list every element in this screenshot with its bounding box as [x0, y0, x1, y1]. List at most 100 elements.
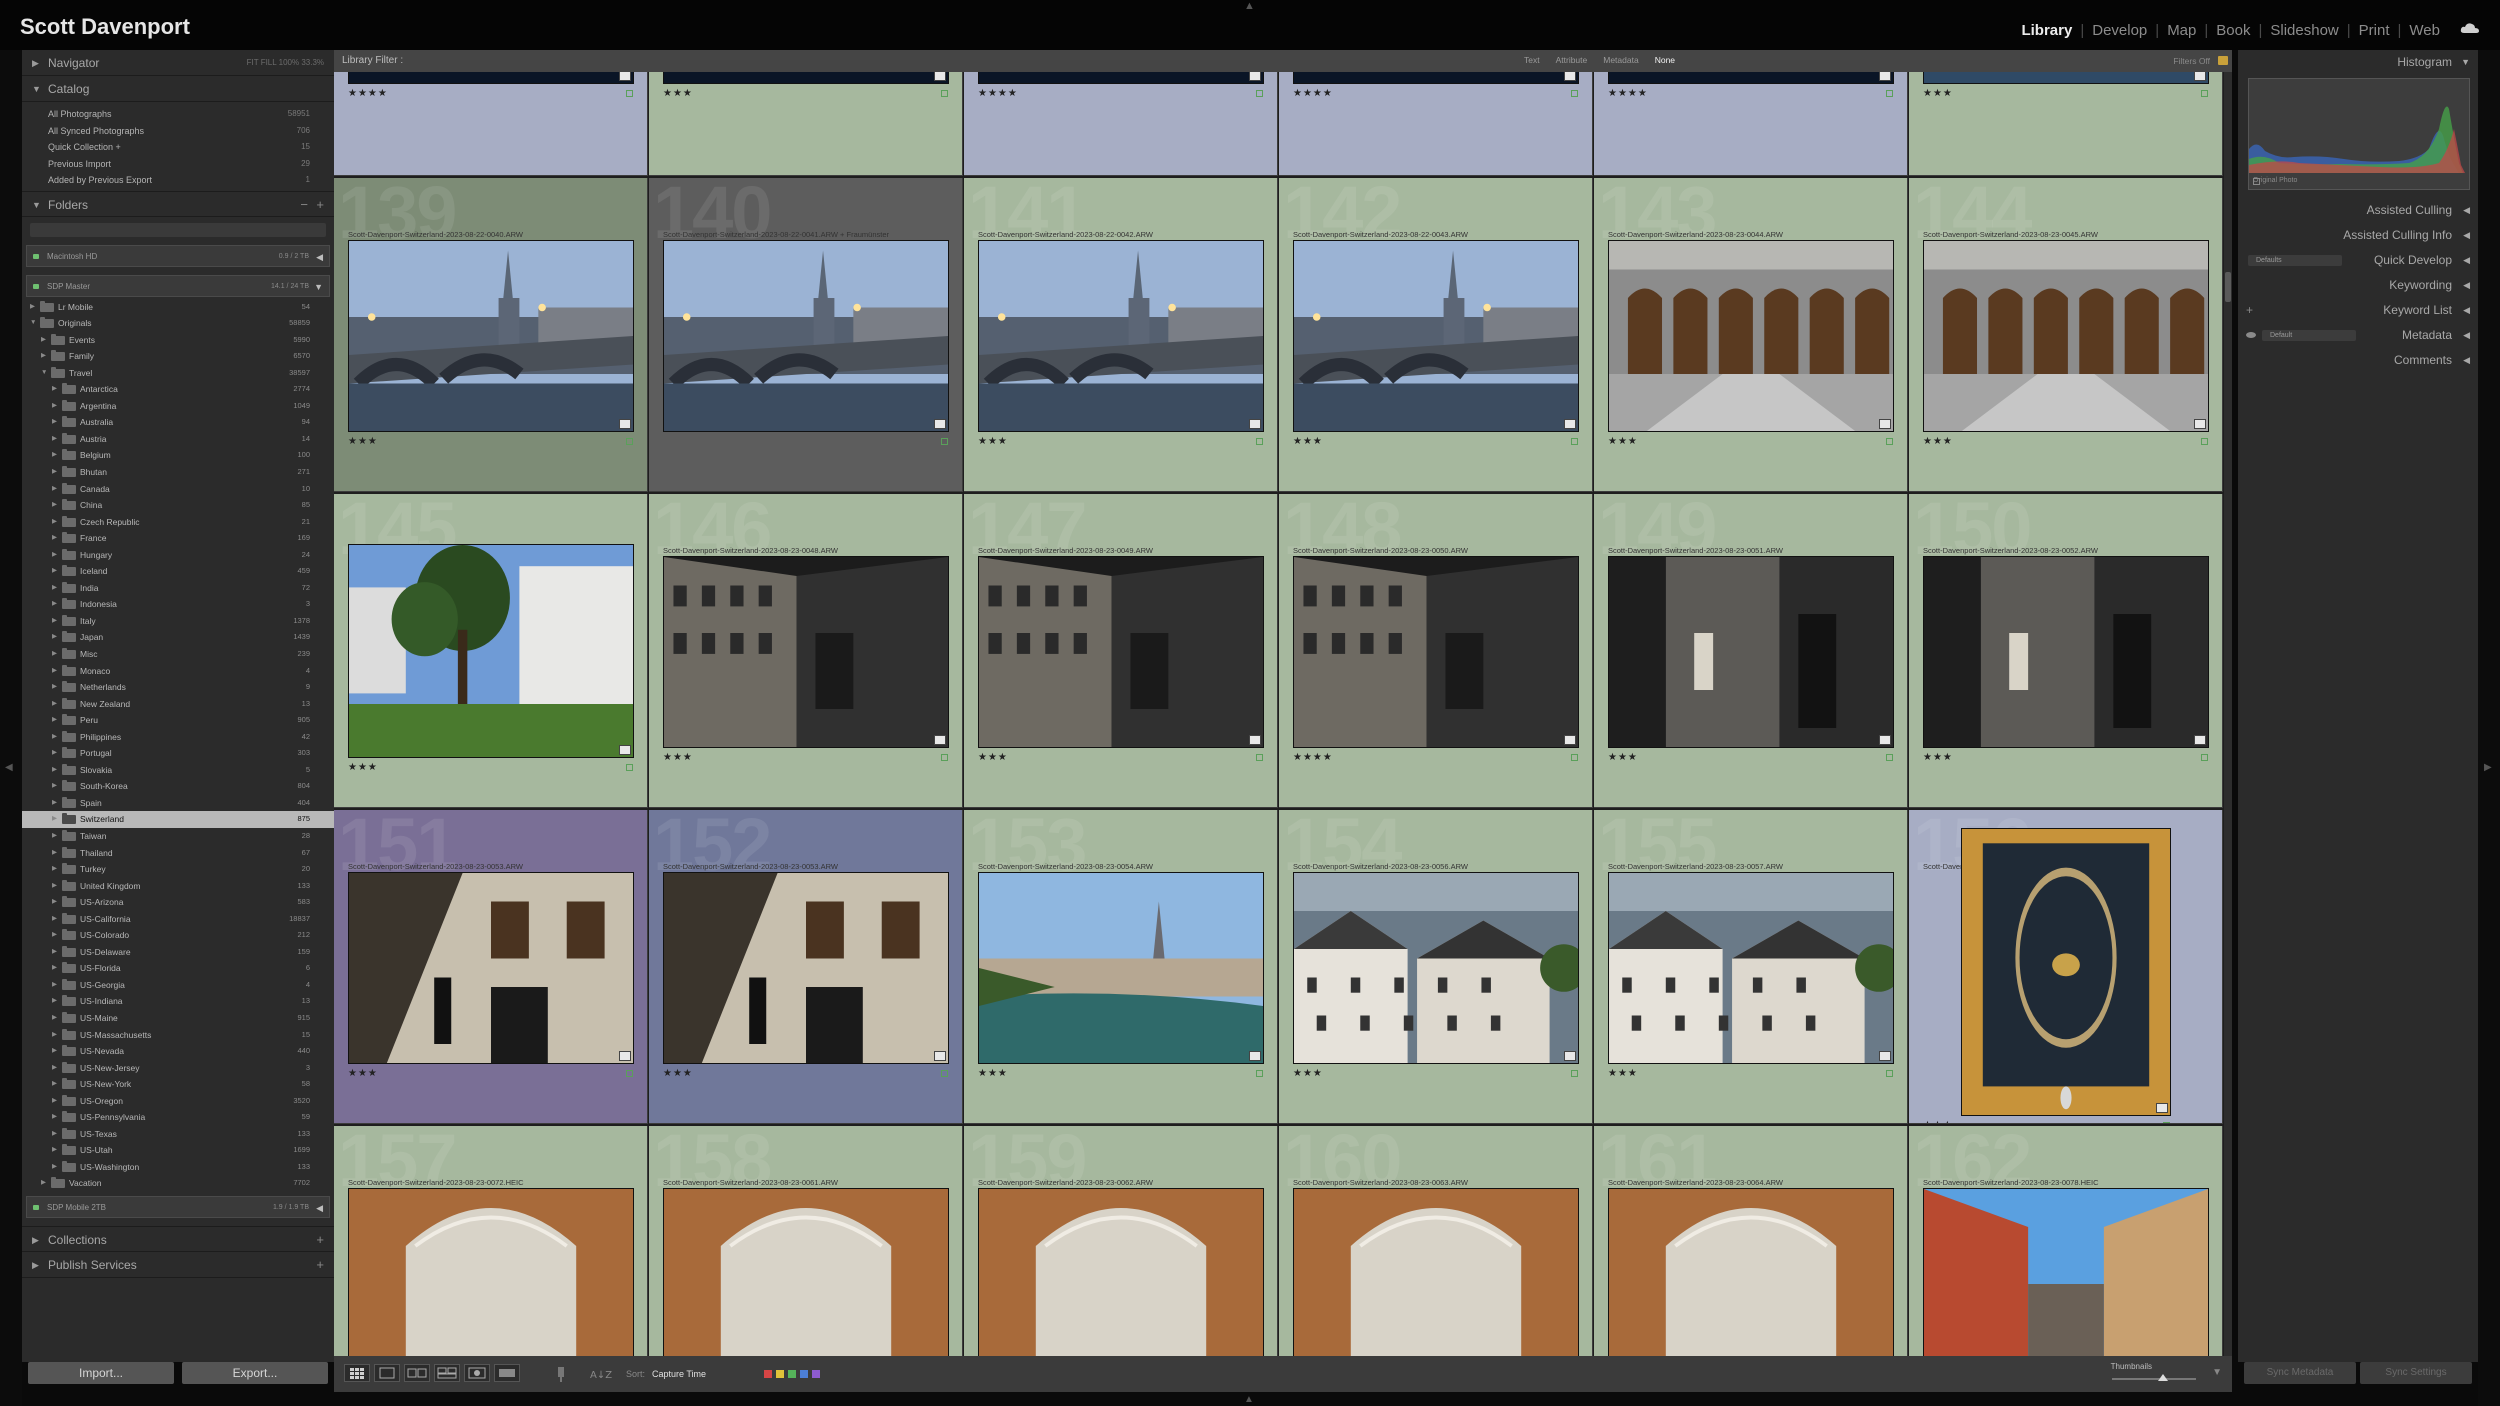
star-rating[interactable]: ★★★★ — [1293, 88, 1333, 99]
folder-item[interactable]: ▶ US-Washington 133 — [22, 1159, 334, 1176]
photo-thumbnail[interactable] — [978, 872, 1264, 1064]
disclosure-right-icon[interactable]: ▶ — [52, 547, 57, 564]
add-folder-icon[interactable]: + — [316, 192, 324, 218]
star-rating[interactable]: ★★★ — [1923, 88, 1953, 99]
folder-item[interactable]: ▶ US-Delaware 159 — [22, 944, 334, 961]
catalog-item[interactable]: All Photographs 58951 — [22, 106, 334, 123]
thumbnail-cell[interactable]: 156Scott-Davenport-Switzerland-2023-08-2… — [1909, 810, 2223, 1124]
star-rating[interactable]: ★★★★ — [1293, 752, 1333, 763]
thumbnail-cell[interactable]: ★★★★ — [1279, 72, 1593, 176]
module-book[interactable]: Book — [2208, 22, 2258, 39]
photo-thumbnail[interactable] — [1608, 1188, 1894, 1356]
disclosure-right-icon[interactable]: ▶ — [52, 381, 57, 398]
flag-icon[interactable] — [626, 438, 633, 445]
flag-icon[interactable] — [2163, 1122, 2170, 1123]
metadata-badge-icon[interactable] — [1564, 1051, 1576, 1061]
folder-item[interactable]: ▶ Czech Republic 21 — [22, 514, 334, 531]
metadata-badge-icon[interactable] — [2194, 735, 2206, 745]
photo-thumbnail[interactable] — [1608, 556, 1894, 748]
folder-item[interactable]: ▶ Argentina 1049 — [22, 398, 334, 415]
disclosure-right-icon[interactable]: ▶ — [41, 332, 46, 349]
photo-thumbnail[interactable] — [978, 556, 1264, 748]
publish-services-panel-header[interactable]: ▶ Publish Services + — [22, 1252, 334, 1279]
folder-item[interactable]: ▶ Italy 1378 — [22, 613, 334, 630]
metadata-badge-icon[interactable] — [1249, 735, 1261, 745]
photo-thumbnail[interactable] — [1923, 1188, 2209, 1356]
metadata-badge-icon[interactable] — [1564, 72, 1576, 81]
thumbnail-cell[interactable]: 150 Scott-Davenport-Switzerland-2023-08-2… — [1909, 494, 2223, 808]
flag-icon[interactable] — [1256, 754, 1263, 761]
right-panel-toggle-icon[interactable]: ▶ — [2484, 762, 2492, 773]
thumbnail-cell[interactable]: 162 Scott-Davenport-Switzerland-2023-08-2… — [1909, 1126, 2223, 1356]
star-rating[interactable]: ★★★ — [348, 762, 378, 773]
disclosure-right-icon[interactable]: ▶ — [52, 993, 57, 1010]
metadata-badge-icon[interactable] — [2194, 419, 2206, 429]
folder-item[interactable]: ▶ Portugal 303 — [22, 745, 334, 762]
photo-thumbnail[interactable] — [978, 72, 1264, 84]
disclosure-right-icon[interactable]: ▶ — [52, 414, 57, 431]
thumbnail-cell[interactable]: 155 Scott-Davenport-Switzerland-2023-08-2… — [1594, 810, 1908, 1124]
thumbnail-cell[interactable]: ★★★ — [649, 72, 963, 176]
photo-thumbnail[interactable] — [1608, 872, 1903, 1064]
photo-thumbnail[interactable] — [978, 240, 1264, 432]
flag-icon[interactable] — [1571, 754, 1578, 761]
cloud-sync-icon[interactable] — [2460, 22, 2480, 34]
module-print[interactable]: Print — [2351, 22, 2398, 39]
disclosure-right-icon[interactable]: ▶ — [52, 629, 57, 646]
loupe-view-button[interactable] — [374, 1364, 400, 1382]
metadata-badge-icon[interactable] — [2156, 1103, 2168, 1113]
disclosure-right-icon[interactable]: ▶ — [52, 960, 57, 977]
photo-thumbnail[interactable] — [348, 72, 634, 84]
folder-item[interactable]: ▶ Family 6570 — [22, 348, 334, 365]
metadata-badge-icon[interactable] — [1879, 72, 1891, 81]
module-web[interactable]: Web — [2401, 22, 2448, 39]
metadata-badge-icon[interactable] — [1879, 419, 1891, 429]
flag-icon[interactable] — [1886, 438, 1893, 445]
folder-item[interactable]: ▶ New Zealand 13 — [22, 696, 334, 713]
disclosure-right-icon[interactable]: ▶ — [52, 580, 57, 597]
folder-item[interactable]: ▼ Travel 38597 — [22, 365, 334, 382]
thumbnail-cell[interactable]: 139 Scott-Davenport-Switzerland-2023-08-2… — [334, 178, 648, 492]
star-rating[interactable]: ★★★ — [663, 88, 693, 99]
folder-item[interactable]: ▶ Switzerland 875 — [22, 811, 334, 828]
catalog-item[interactable]: Added by Previous Export 1 — [22, 172, 334, 189]
disclosure-right-icon[interactable]: ▶ — [52, 977, 57, 994]
thumbnail-cell[interactable]: 141 Scott-Davenport-Switzerland-2023-08-2… — [964, 178, 1278, 492]
photo-thumbnail[interactable] — [1608, 240, 1894, 432]
metadata-badge-icon[interactable] — [1564, 419, 1576, 429]
thumbnail-cell[interactable]: 154 Scott-Davenport-Switzerland-2023-08-2… — [1279, 810, 1593, 1124]
toolbar-menu-icon[interactable]: ▼ — [2212, 1367, 2222, 1378]
label-blue-swatch[interactable] — [800, 1370, 808, 1378]
volume-macintosh-hd[interactable]: Macintosh HD 0.9 / 2 TB ◀ — [26, 244, 330, 267]
scrollbar-thumb[interactable] — [2225, 272, 2231, 302]
volume-sdp-master[interactable]: SDP Master 14.1 / 24 TB ▼ — [26, 274, 330, 297]
folder-item[interactable]: ▶ US-Massachusetts 15 — [22, 1027, 334, 1044]
folder-item[interactable]: ▶ Thailand 67 — [22, 845, 334, 862]
photo-thumbnail[interactable] — [663, 556, 949, 748]
sort-direction-icon[interactable]: A↓Z — [590, 1366, 616, 1382]
photo-thumbnail[interactable] — [1923, 556, 2209, 748]
disclosure-right-icon[interactable]: ▶ — [52, 431, 57, 448]
folder-item[interactable]: ▶ US-Arizona 583 — [22, 894, 334, 911]
folder-item[interactable]: ▶ Japan 1439 — [22, 629, 334, 646]
folder-item[interactable]: ▶ Philippines 42 — [22, 729, 334, 746]
disclosure-right-icon[interactable]: ▶ — [52, 1159, 57, 1176]
disclosure-right-icon[interactable]: ▶ — [52, 762, 57, 779]
photo-thumbnail[interactable] — [1293, 872, 1588, 1064]
star-rating[interactable]: ★★★ — [348, 1068, 378, 1079]
thumbnail-cell[interactable]: 144 Scott-Davenport-Switzerland-2023-08-2… — [1909, 178, 2223, 492]
disclosure-right-icon[interactable]: ▶ — [52, 497, 57, 514]
star-rating[interactable]: ★★★ — [1293, 436, 1323, 447]
thumbnail-size-slider[interactable] — [2112, 1378, 2196, 1380]
metadata-badge-icon[interactable] — [619, 419, 631, 429]
thumbnail-cell[interactable]: 157 Scott-Davenport-Switzerland-2023-08-2… — [334, 1126, 648, 1356]
lock-icon[interactable] — [2218, 56, 2228, 65]
thumbnail-cell[interactable]: 152 Scott-Davenport-Switzerland-2023-08-2… — [649, 810, 963, 1124]
module-slideshow[interactable]: Slideshow — [2262, 22, 2346, 39]
disclosure-right-icon[interactable]: ▶ — [52, 712, 57, 729]
star-rating[interactable]: ★★★ — [663, 1068, 693, 1079]
disclosure-down-icon[interactable]: ▼ — [30, 315, 36, 332]
module-map[interactable]: Map — [2159, 22, 2204, 39]
add-publish-service-icon[interactable]: + — [316, 1252, 324, 1278]
folder-item[interactable]: ▶ US-Oregon 3520 — [22, 1093, 334, 1110]
